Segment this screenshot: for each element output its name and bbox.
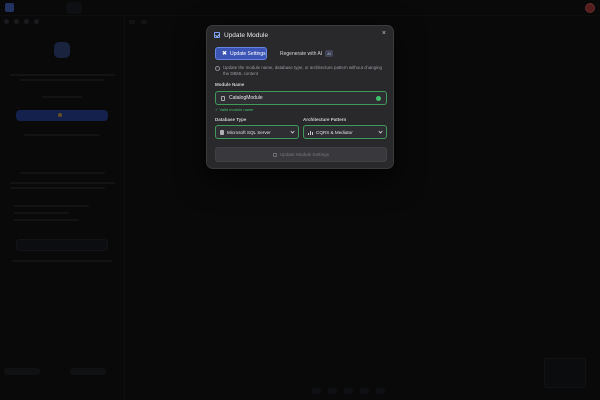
module-name-label: Module Name <box>215 82 245 87</box>
dialog-title: Update Module <box>224 31 269 39</box>
save-icon <box>272 152 277 157</box>
submit-label: Update Module Settings <box>279 152 330 157</box>
database-icon <box>220 129 224 135</box>
update-module-dialog: Update Module × ✖ Update Settings Regene… <box>206 25 394 169</box>
architecture-pattern-select[interactable]: CQRS & Mediator <box>303 125 387 139</box>
database-type-value: Microsoft SQL Server <box>227 129 271 135</box>
tab-regenerate-with-ai[interactable]: Regenerate with AI AI <box>271 47 339 60</box>
tab-update-settings[interactable]: ✖ Update Settings <box>215 47 267 60</box>
architecture-pattern-value: CQRS & Mediator <box>316 129 353 135</box>
close-icon[interactable]: × <box>382 30 386 38</box>
info-icon <box>215 66 220 71</box>
ai-badge: AI <box>325 50 334 57</box>
info-text: Update the module name, database type, o… <box>223 65 382 76</box>
update-module-settings-button[interactable]: Update Module Settings <box>215 147 387 162</box>
bar-chart-icon <box>308 130 313 135</box>
edit-square-icon <box>214 32 220 38</box>
document-icon <box>221 95 225 101</box>
tab-label: Update Settings <box>230 50 266 57</box>
dialog-tabs: ✖ Update Settings Regenerate with AI AI <box>215 47 339 60</box>
architecture-pattern-label: Architecture Pattern <box>303 117 347 122</box>
database-type-select[interactable]: Microsoft SQL Server <box>215 125 299 139</box>
dialog-header: Update Module <box>214 29 268 41</box>
validation-message: ✓ Valid module name <box>215 107 254 112</box>
tab-label: Regenerate with AI <box>280 50 323 57</box>
close-x-icon: ✖ <box>222 50 228 57</box>
database-type-label: Database Type <box>215 117 247 122</box>
module-name-input[interactable]: CatalogModule <box>215 91 387 105</box>
valid-status-icon <box>376 95 381 101</box>
chevron-down-icon <box>378 128 383 134</box>
module-name-value[interactable]: CatalogModule <box>229 95 372 101</box>
chevron-down-icon <box>290 128 295 134</box>
info-message: Update the module name, database type, o… <box>215 65 388 77</box>
